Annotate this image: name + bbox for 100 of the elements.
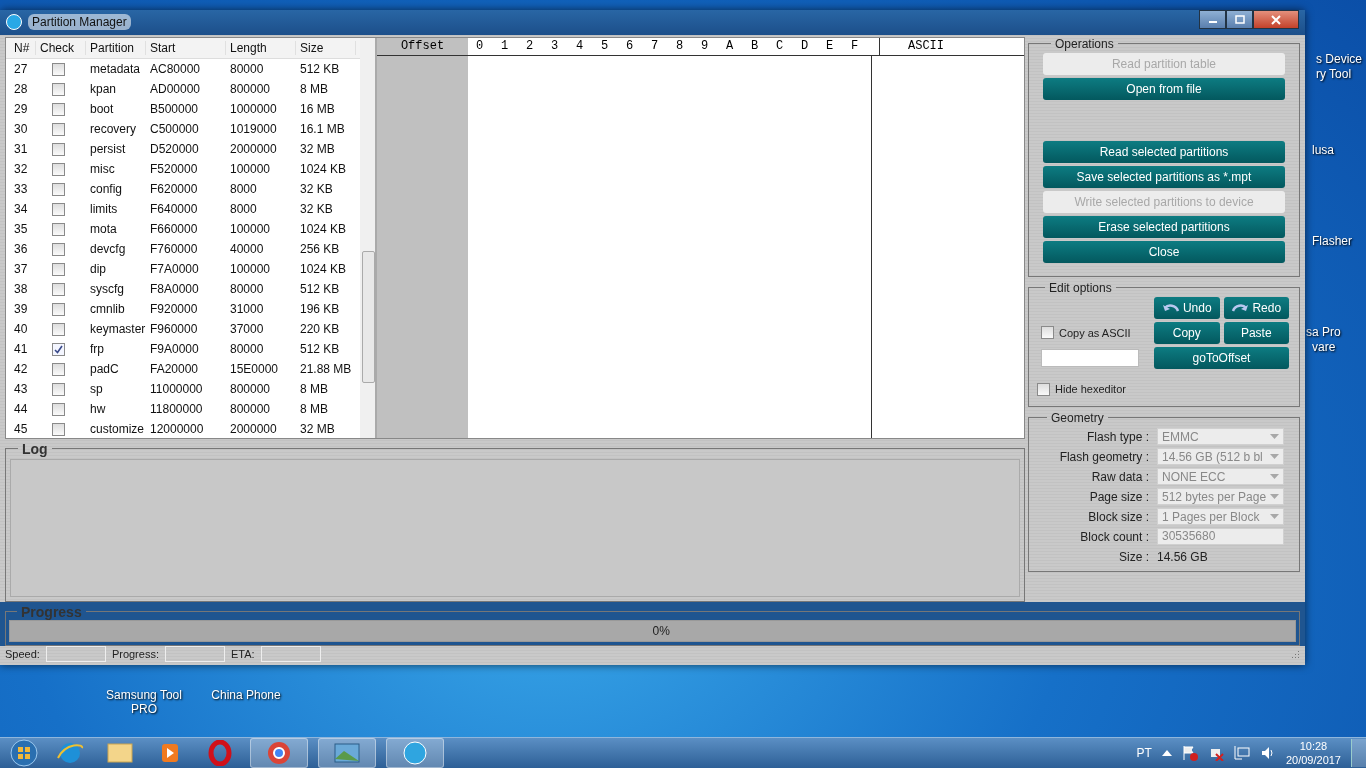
status-label: Speed: (5, 648, 40, 661)
table-cell-text: 27 (13, 61, 29, 76)
table-cell-text: kpan (89, 81, 118, 96)
caret-icon (1270, 494, 1279, 499)
status-label: Progress: (111, 648, 159, 661)
table-cell-text: mota (89, 221, 118, 236)
column-header[interactable]: Length (226, 40, 296, 55)
column-header[interactable]: Start (146, 40, 226, 55)
column-header[interactable]: N# (6, 40, 36, 55)
clock-date[interactable]: 20/09/2017 (1285, 753, 1341, 767)
minimize-button[interactable] (1199, 10, 1226, 29)
checkbox[interactable] (52, 342, 65, 356)
desktop-icon-label[interactable]: lusa (1312, 143, 1334, 157)
undo-button[interactable]: Undo (1154, 296, 1220, 319)
action-button[interactable]: Erase selected partitions (1043, 215, 1285, 238)
desktop-icon-label[interactable]: sa Pro (1306, 325, 1341, 339)
desktop-icon-label[interactable]: China Phone (206, 688, 286, 716)
offset-input-field[interactable] (1041, 348, 1139, 367)
network-icon[interactable] (1233, 745, 1250, 761)
table-cell-text: F760000 (149, 241, 199, 256)
maximize-button[interactable] (1226, 10, 1253, 29)
checkbox[interactable] (52, 262, 65, 276)
table-cell-text: 8000 (229, 181, 258, 196)
checkbox[interactable] (52, 322, 65, 336)
action-button[interactable]: Close (1043, 240, 1285, 263)
browser-icon[interactable] (250, 738, 308, 768)
table-cell-text: 29 (13, 101, 29, 116)
speaker-icon[interactable] (1259, 745, 1276, 761)
checkbox[interactable] (52, 202, 65, 216)
clock-time[interactable]: 10:28 (1299, 739, 1328, 753)
checkbox[interactable] (1041, 326, 1054, 339)
table-cell-text: config (89, 181, 124, 196)
checkbox[interactable] (52, 62, 65, 76)
table-cell-text: 32 MB (299, 141, 336, 156)
table-cell-text: 100000 (229, 161, 272, 176)
status-field (260, 646, 321, 663)
show-hidden-icons-icon[interactable] (1161, 750, 1172, 756)
checkbox[interactable] (52, 142, 65, 156)
close-button[interactable] (1253, 10, 1299, 29)
column-header[interactable]: Check (36, 40, 86, 55)
column-header[interactable]: Size (296, 40, 356, 55)
table-cell-text: recovery (89, 121, 137, 136)
checkbox[interactable] (52, 422, 65, 436)
flag-icon[interactable] (1181, 745, 1198, 761)
action-button[interactable]: Save selected partitions as *.mpt (1043, 165, 1285, 188)
checkbox[interactable] (1037, 382, 1050, 396)
desktop-icon-label[interactable]: vare (1312, 340, 1336, 354)
checkbox-label: Copy as ASCII (1059, 326, 1131, 339)
table-cell-text: 32 MB (299, 421, 336, 436)
table-cell-text: 196 KB (299, 301, 341, 316)
go-to-offset-button[interactable]: goToOffset (1154, 346, 1289, 369)
table-cell-text: F7A0000 (149, 261, 200, 276)
checkbox[interactable] (52, 82, 65, 96)
column-header[interactable]: Partition (86, 40, 146, 55)
copy-button[interactable]: Copy (1154, 321, 1220, 344)
picture-viewer-icon[interactable] (318, 738, 376, 768)
language-indicator[interactable]: PT (1136, 746, 1152, 760)
checkbox[interactable] (52, 382, 65, 396)
checkbox[interactable] (52, 102, 65, 116)
action-button[interactable]: Read selected partitions (1043, 140, 1285, 163)
table-cell-text: 11000000 (149, 381, 204, 396)
desktop-icon-label[interactable]: Samsung Tool PRO (104, 688, 184, 716)
table-cell-text: 36 (13, 241, 29, 256)
table-cell-text: hw (89, 401, 107, 416)
field-label: Raw data : (1090, 469, 1149, 484)
action-button[interactable]: Open from file (1043, 77, 1285, 100)
checkbox[interactable] (52, 302, 65, 316)
desktop-icon-label[interactable]: ry Tool (1316, 67, 1352, 81)
table-cell-text: B500000 (149, 101, 200, 116)
checkbox[interactable] (52, 282, 65, 296)
table-cell-text: 40000 (229, 241, 265, 256)
table-cell-text: keymaster (89, 321, 146, 336)
table-cell-text: C500000 (149, 121, 200, 136)
table-cell-text: 45 (13, 421, 29, 436)
show-desktop-button[interactable] (1351, 739, 1366, 767)
column-header: E (826, 39, 835, 53)
table-cell-text: 34 (13, 201, 29, 216)
checkbox[interactable] (52, 222, 65, 236)
checkbox[interactable] (52, 162, 65, 176)
table-cell-text: 8000 (229, 201, 258, 216)
checkbox[interactable] (52, 122, 65, 136)
checkbox[interactable] (52, 182, 65, 196)
table-cell-text: F8A0000 (149, 281, 200, 296)
checkbox[interactable] (52, 402, 65, 416)
field-label: Flash geometry : (1058, 449, 1149, 464)
checkbox[interactable] (52, 242, 65, 256)
table-cell-text: F640000 (149, 201, 199, 216)
redo-button[interactable]: Redo (1223, 296, 1289, 319)
app-icon[interactable] (386, 738, 444, 768)
table-cell-text: 8 MB (299, 381, 329, 396)
table-cell-text: padC (89, 361, 120, 376)
paste-button[interactable]: Paste (1223, 321, 1289, 344)
table-cell-text: dip (89, 261, 107, 276)
desktop-icon-label[interactable]: Flasher (1312, 234, 1352, 248)
table-cell-text: 32 (13, 161, 29, 176)
field-value: 14.56 GB (1157, 549, 1208, 564)
column-header: 6 (626, 39, 635, 53)
desktop-icon-label[interactable]: s Device (1316, 52, 1362, 66)
checkbox[interactable] (52, 362, 65, 376)
table-cell-text: 8 MB (299, 401, 329, 416)
